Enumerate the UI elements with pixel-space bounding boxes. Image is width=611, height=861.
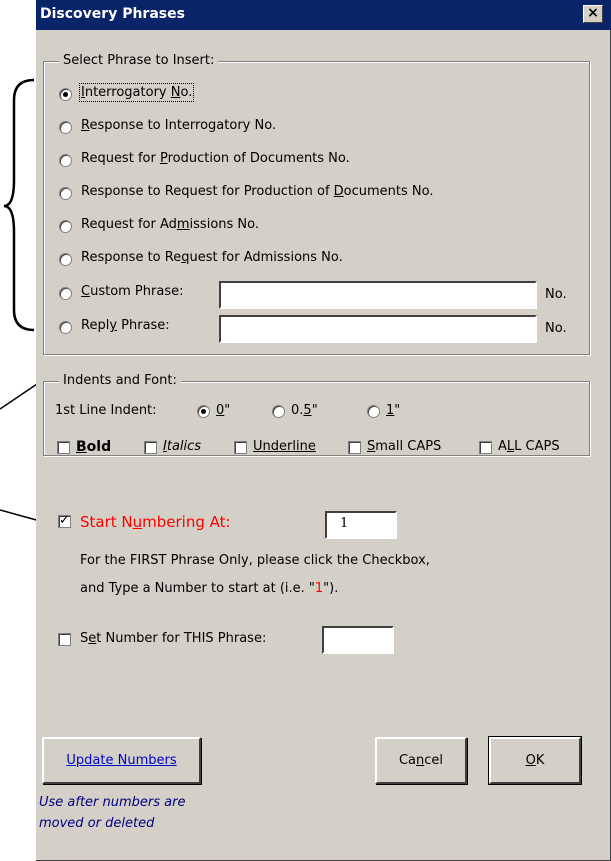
select-phrase-group-label: Select Phrase to Insert: <box>59 53 219 68</box>
reply-phrase-suffix: No. <box>545 321 567 336</box>
indent-radio-0[interactable] <box>197 405 210 418</box>
font-checkbox-3[interactable] <box>348 441 361 454</box>
reply-phrase-input[interactable] <box>219 315 537 343</box>
set-number-checkbox[interactable] <box>58 633 71 646</box>
update-numbers-note: Use after numbers are moved or deleted <box>39 792 186 834</box>
select-phrase-group: Select Phrase to Insert: <box>43 53 590 355</box>
indent-radio-2[interactable] <box>367 405 380 418</box>
update-numbers-button[interactable]: Update Numbers <box>42 737 201 784</box>
cancel-button[interactable]: Cancel <box>375 737 467 784</box>
phrase-radio-6[interactable] <box>59 287 72 300</box>
phrase-option-label-3[interactable]: Response to Request for Production of Do… <box>81 184 434 199</box>
indents-font-group-label: Indents and Font: <box>59 373 181 388</box>
custom-phrase-input[interactable] <box>219 281 537 309</box>
phrase-option-label-7[interactable]: Reply Phrase: <box>81 318 170 333</box>
phrase-radio-3[interactable] <box>59 187 72 200</box>
phrase-radio-5[interactable] <box>59 253 72 266</box>
set-number-label[interactable]: Set Number for THIS Phrase: <box>80 631 266 646</box>
custom-phrase-suffix: No. <box>545 287 567 302</box>
phrase-option-label-1[interactable]: Response to Interrogatory No. <box>81 118 276 133</box>
font-checkbox-4[interactable] <box>479 441 492 454</box>
font-option-label-3[interactable]: Small CAPS <box>367 439 441 454</box>
phrase-option-label-0[interactable]: Interrogatory No. <box>78 83 195 102</box>
phrase-radio-0[interactable] <box>59 88 72 101</box>
indent-option-label-2[interactable]: 1" <box>386 403 400 418</box>
indent-radio-1[interactable] <box>272 405 285 418</box>
phrase-radio-1[interactable] <box>59 121 72 134</box>
arrow-to-numbering <box>0 509 41 522</box>
bracket-annotation <box>3 78 35 332</box>
font-checkbox-2[interactable] <box>234 441 247 454</box>
start-numbering-checkbox[interactable] <box>58 513 71 528</box>
help-text-line1: For the FIRST Phrase Only, please click … <box>80 553 430 568</box>
phrase-radio-2[interactable] <box>59 154 72 167</box>
arrow-to-indents <box>0 381 41 410</box>
close-button[interactable]: × <box>583 5 603 23</box>
font-option-label-4[interactable]: ALL CAPS <box>498 439 560 454</box>
set-number-input[interactable] <box>322 626 394 654</box>
font-checkbox-1[interactable] <box>144 441 157 454</box>
phrase-option-label-6[interactable]: Custom Phrase: <box>81 284 183 299</box>
phrase-option-label-5[interactable]: Response to Request for Admissions No. <box>81 250 343 265</box>
indent-option-label-0[interactable]: 0" <box>216 403 230 418</box>
phrase-option-label-2[interactable]: Request for Production of Documents No. <box>81 151 350 166</box>
phrase-radio-7[interactable] <box>59 321 72 334</box>
first-line-indent-label: 1st Line Indent: <box>55 403 157 418</box>
phrase-radio-4[interactable] <box>59 220 72 233</box>
font-option-label-1[interactable]: Italics <box>163 439 201 454</box>
ok-button[interactable]: OK <box>488 736 582 785</box>
start-numbering-label[interactable]: Start Numbering At: <box>80 513 231 531</box>
font-option-label-0[interactable]: Bold <box>76 439 111 455</box>
title-bar[interactable]: Discovery Phrases × <box>36 0 611 30</box>
phrase-option-label-4[interactable]: Request for Admissions No. <box>81 217 259 232</box>
note-line2: moved or deleted <box>39 816 155 831</box>
start-number-input[interactable]: 1 <box>325 511 397 539</box>
discovery-phrases-dialog: Discovery Phrases × Select Phrase to Ins… <box>36 0 611 861</box>
font-checkbox-0[interactable] <box>57 441 70 454</box>
help-text-line2: and Type a Number to start at (i.e. "1")… <box>80 581 339 596</box>
indent-option-label-1[interactable]: 0.5" <box>291 403 318 418</box>
window-title: Discovery Phrases <box>40 6 185 22</box>
note-line1: Use after numbers are <box>39 795 186 810</box>
font-option-label-2[interactable]: Underline <box>253 439 316 454</box>
